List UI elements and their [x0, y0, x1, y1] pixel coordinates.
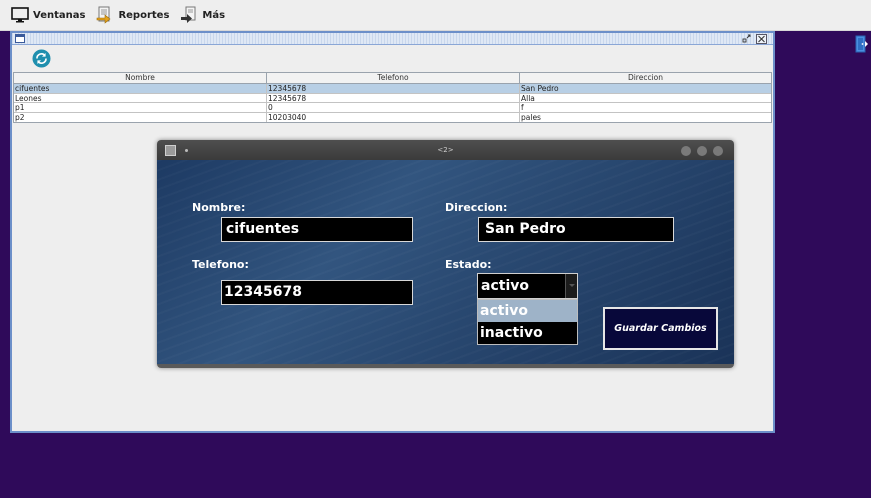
close-circle-icon[interactable] [713, 146, 723, 156]
menu-ventanas[interactable]: Ventanas [10, 3, 85, 27]
chevron-down-icon[interactable] [565, 274, 577, 298]
menu-reportes-label: Reportes [118, 9, 170, 21]
exit-door-icon[interactable] [855, 35, 869, 53]
cell-telefono: 12345678 [267, 93, 520, 102]
telefono-field[interactable]: 12345678 [221, 280, 413, 305]
save-changes-button[interactable]: Guardar Cambios [603, 307, 718, 350]
frame-title-bar[interactable] [12, 33, 773, 45]
close-icon[interactable] [756, 34, 767, 44]
telefono-label: Telefono: [192, 258, 249, 271]
cell-telefono: 12345678 [267, 84, 520, 93]
direccion-label: Direccion: [445, 201, 508, 214]
contacts-table: Nombre Telefono Direccion cifuentes 1234… [13, 72, 772, 123]
column-header-direccion[interactable]: Direccion [520, 73, 771, 83]
nombre-label: Nombre: [192, 201, 246, 214]
cell-direccion: San Pedro [521, 84, 559, 93]
estado-option-activo[interactable]: activo [478, 300, 577, 322]
dialog-title-bar[interactable]: <2> [157, 140, 734, 160]
cell-direccion: pales [521, 112, 541, 122]
table-row[interactable]: p1 0 f [14, 103, 771, 113]
cell-telefono: 10203040 [267, 112, 520, 122]
report-arrow-icon [95, 5, 115, 25]
estado-label: Estado: [445, 258, 492, 271]
column-header-nombre[interactable]: Nombre [14, 73, 267, 83]
cell-direccion: Alla [521, 93, 535, 102]
minimize-circle-icon[interactable] [681, 146, 691, 156]
menu-mas-label: Más [202, 9, 226, 21]
restore-icon[interactable] [741, 33, 753, 44]
direccion-field[interactable]: San Pedro [478, 217, 674, 242]
table-row[interactable]: cifuentes 12345678 San Pedro [14, 84, 771, 94]
table-row[interactable]: Leones 12345678 Alla [14, 93, 771, 103]
estado-dropdown-list: activo inactivo [477, 299, 578, 345]
nombre-field[interactable]: cifuentes [221, 217, 413, 242]
table-header: Nombre Telefono Direccion [14, 73, 771, 84]
menu-reportes[interactable]: Reportes [95, 3, 169, 27]
dialog-title: <2> [437, 146, 454, 154]
monitor-icon [10, 5, 30, 25]
refresh-button[interactable] [32, 49, 51, 68]
dialog-bottom-edge [157, 364, 734, 368]
menu-bar: Ventanas Reportes Más [0, 0, 871, 31]
document-arrow-icon [179, 5, 199, 25]
cell-nombre: p2 [14, 112, 267, 122]
table-row[interactable]: p2 10203040 pales [14, 112, 771, 122]
cell-nombre: cifuentes [14, 84, 267, 93]
menu-mas[interactable]: Más [179, 3, 225, 27]
cell-nombre: Leones [14, 93, 267, 102]
cell-direccion: f [521, 103, 524, 112]
column-header-telefono[interactable]: Telefono [267, 73, 520, 83]
estado-select[interactable]: activo [477, 273, 578, 299]
frame-system-icon[interactable] [15, 34, 25, 43]
edit-dialog: <2> Nombre: cifuentes Direccion: San Ped… [157, 140, 734, 368]
cell-telefono: 0 [267, 103, 520, 112]
cell-nombre: p1 [14, 103, 267, 112]
estado-selected-value: activo [481, 278, 529, 294]
refresh-icon [32, 49, 51, 68]
maximize-circle-icon[interactable] [697, 146, 707, 156]
estado-option-inactivo[interactable]: inactivo [478, 322, 577, 344]
menu-ventanas-label: Ventanas [33, 9, 86, 21]
